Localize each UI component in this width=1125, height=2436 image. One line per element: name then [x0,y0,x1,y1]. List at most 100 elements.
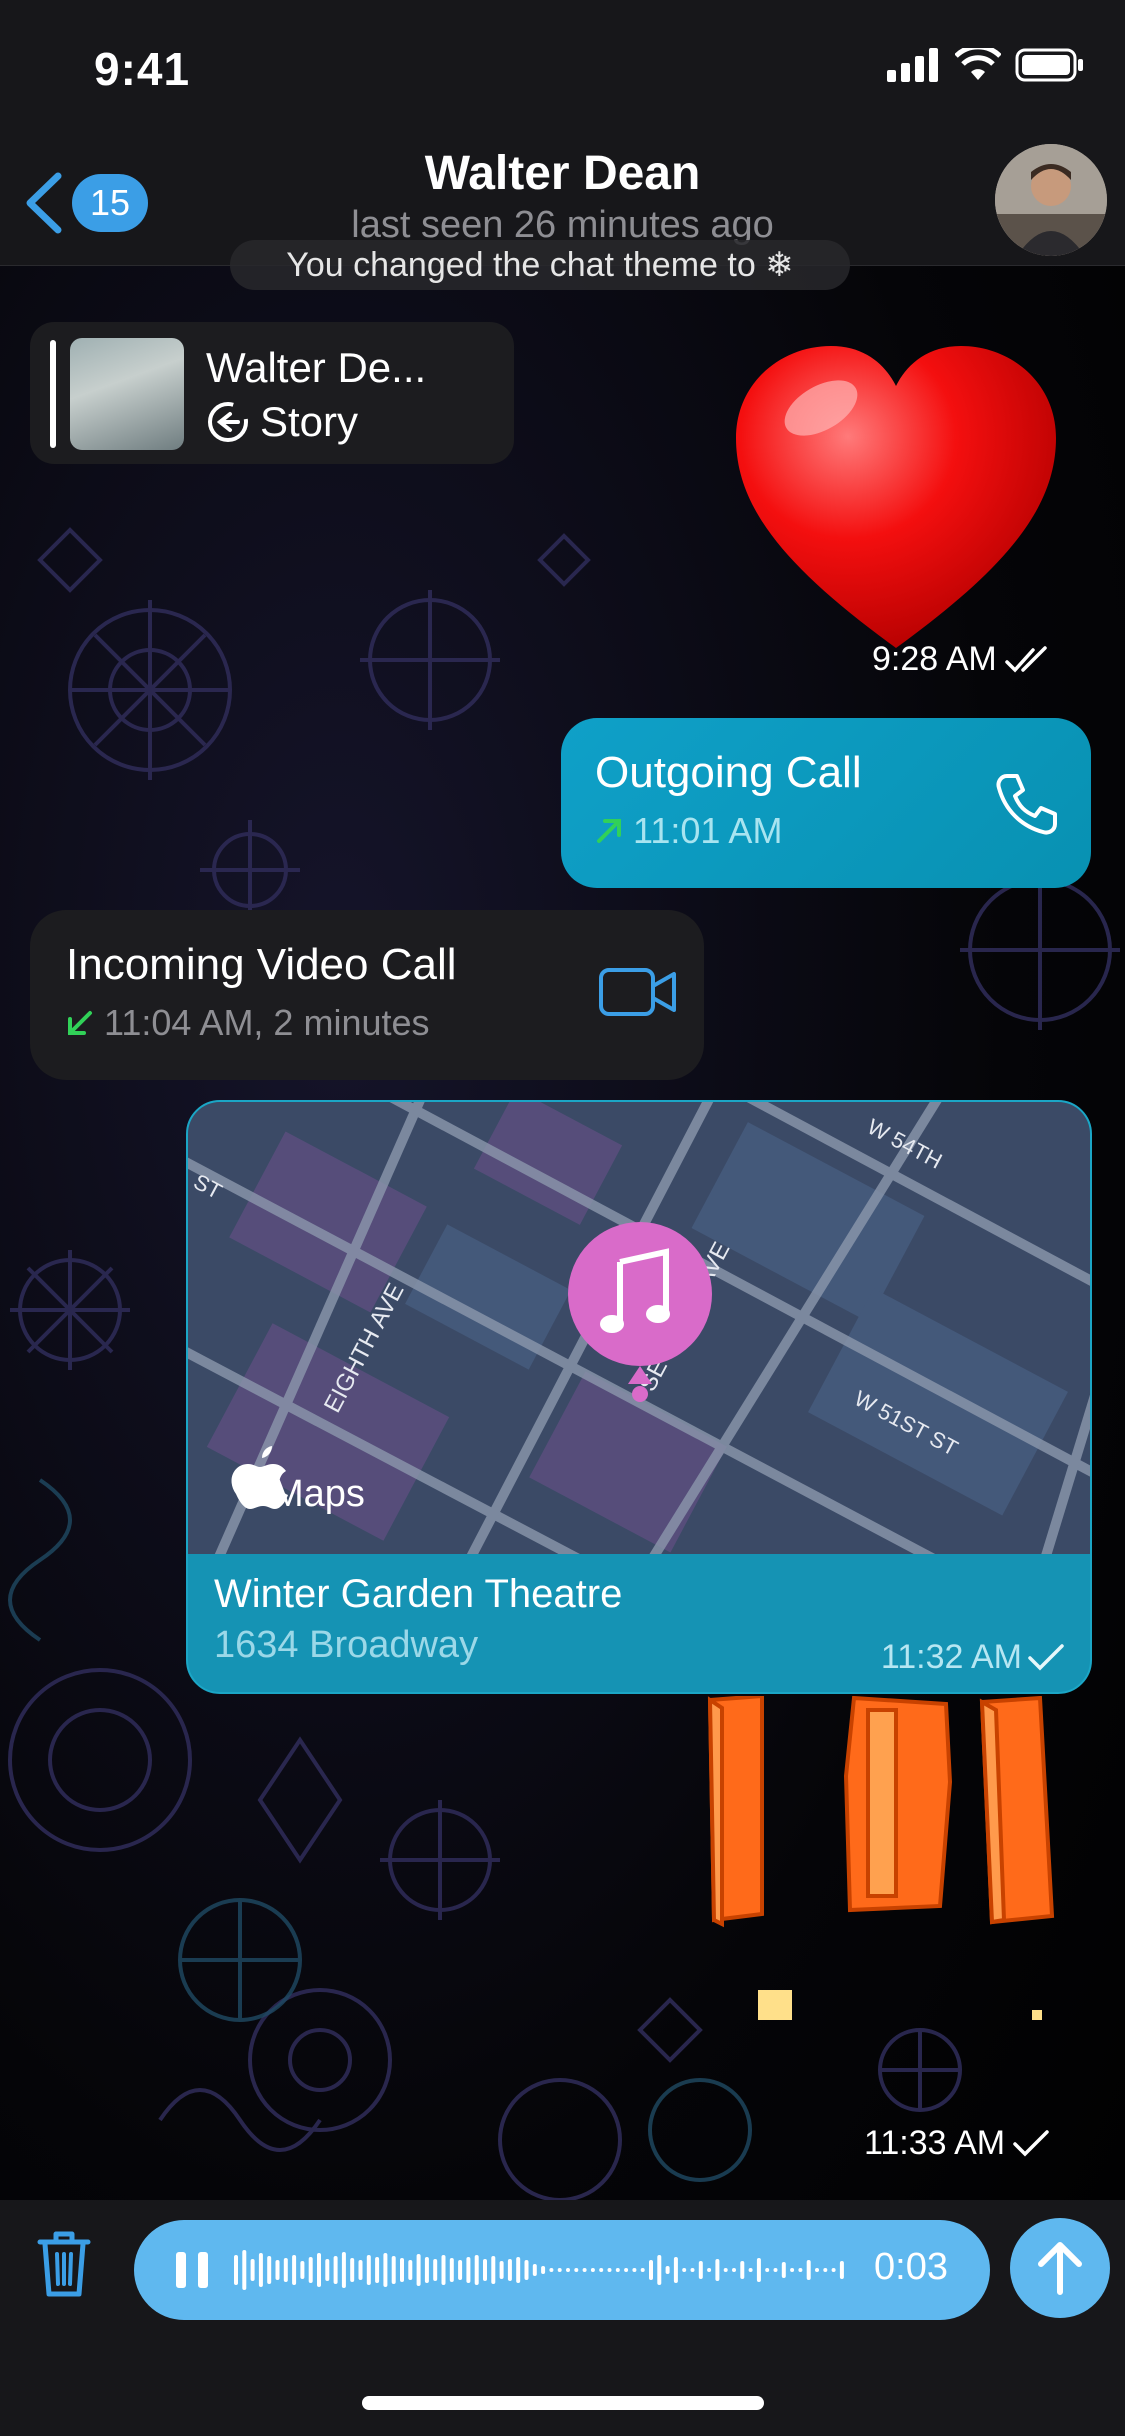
system-notice: You changed the chat theme to ❄ [230,240,850,290]
waveform-bar [740,2261,745,2279]
trash-icon[interactable] [36,2230,92,2300]
story-thumbnail [70,338,184,450]
status-bar: 9:41 [0,0,1125,140]
waveform-bar [532,2264,537,2276]
waveform-bar [698,2261,703,2279]
waveform-bar [424,2257,429,2283]
outgoing-call-meta: 11:01 AM [595,810,782,852]
incoming-call-detail: 11:04 AM, 2 minutes [104,1002,430,1043]
heart-emoji[interactable] [726,338,1066,658]
waveform-bar [823,2268,828,2272]
waveform-bar [242,2250,247,2290]
arrow-down-left-icon [68,1011,92,1035]
waveform-bar [375,2257,380,2283]
waveform-bar [657,2255,662,2285]
waveform-bar [557,2268,562,2272]
waveform-bar [383,2253,388,2287]
contact-name[interactable]: Walter Dean [0,146,1125,201]
reply-accent-bar [50,340,56,448]
sticker-time: 11:33 AM [864,2124,1006,2162]
maps-brand: Maps [272,1473,365,1515]
waveform-bar [781,2262,786,2278]
location-address: 1634 Broadway [214,1624,479,1666]
status-icons [887,48,1085,82]
waveform-bar [707,2268,712,2272]
waveform-bar [798,2268,803,2272]
avatar[interactable] [995,144,1107,256]
waveform-bar [773,2268,778,2272]
waveform-bar [250,2259,255,2281]
waveform-bar [499,2261,504,2279]
outgoing-call-time: 11:01 AM [633,810,783,851]
avatar-photo [995,144,1107,256]
check-icon [1013,2129,1049,2156]
map-preview[interactable]: W 54TH ST EIGHTH AVE SEVENTH AVE W 51ST … [188,1102,1092,1554]
waveform-bar [815,2268,819,2272]
waveform-bar [267,2256,272,2284]
arrow-up-icon [1038,2242,1082,2295]
sticker-timestamp: 11:33 AM [864,2124,1049,2163]
location-timestamp: 11:32 AM [881,1638,1064,1677]
waveform-bar [599,2268,604,2272]
waveform-bar [806,2260,811,2280]
waveform-bar [333,2256,338,2284]
waveform-bar [507,2259,512,2281]
arrow-up-right-icon [597,819,621,843]
video-camera-icon[interactable] [598,962,678,1022]
signal-icon [887,48,938,82]
recording-duration: 0:03 [874,2246,948,2288]
waveform-bar [358,2260,363,2280]
incoming-video-call-bubble[interactable]: Incoming Video Call 11:04 AM, 2 minutes [30,910,704,1080]
waveform-bar [732,2268,736,2272]
home-indicator [362,2396,764,2410]
waveform-bar [350,2258,355,2282]
waveform-bar [458,2260,463,2280]
waveform-bar [582,2268,587,2272]
waveform-bar [300,2261,305,2279]
waveform-bar [765,2268,770,2272]
outgoing-call-title: Outgoing Call [595,748,862,797]
waveform-bar [317,2253,321,2287]
waveform-bar [723,2268,728,2272]
waveform-bar [690,2268,695,2272]
waveform-bar [491,2256,496,2284]
waveform-bar [748,2268,753,2272]
waveform-bar [341,2252,346,2288]
heart-time: 9:28 AM [872,640,997,678]
status-time: 9:41 [94,43,191,95]
location-bubble[interactable]: W 54TH ST EIGHTH AVE SEVENTH AVE W 51ST … [186,1100,1092,1694]
story-label-row: Story [206,398,358,446]
waveform-bar [566,2268,570,2272]
waveform-bar [391,2256,396,2284]
waveform-bar [682,2268,687,2272]
waveform-bar [790,2268,795,2272]
pause-icon[interactable] [172,2250,212,2290]
waveform-bar [441,2255,446,2285]
phone-icon[interactable] [993,770,1061,838]
waveform-bar [632,2268,637,2272]
send-button[interactable] [1010,2218,1110,2318]
waveform-bar [541,2266,546,2274]
outgoing-call-bubble[interactable]: Outgoing Call 11:01 AM [561,718,1091,888]
waveform-bar [433,2259,438,2281]
battery-icon [1015,48,1083,82]
story-reply-bubble[interactable]: Walter De... Story [30,322,514,464]
waveform-bar [449,2258,454,2282]
waveform-bar [839,2261,844,2279]
location-time: 11:32 AM [880,1638,1022,1676]
heart-timestamp: 9:28 AM [872,640,1051,679]
waveform-bar [590,2268,595,2272]
check-icon [1028,1643,1064,1670]
audio-waveform[interactable] [234,2240,854,2300]
waveform-bar [649,2260,653,2280]
waveform-bar [624,2268,629,2272]
waveform-bar [756,2258,761,2282]
animated-sticker[interactable] [700,1696,1060,2056]
waveform-bar [524,2260,529,2280]
waveform-bar [234,2255,238,2285]
waveform-bar [292,2255,297,2285]
waveform-bar [574,2268,579,2272]
voice-recording-preview: 0:03 [134,2220,990,2320]
wifi-icon [955,48,1001,80]
incoming-call-meta: 11:04 AM, 2 minutes [66,1002,430,1044]
